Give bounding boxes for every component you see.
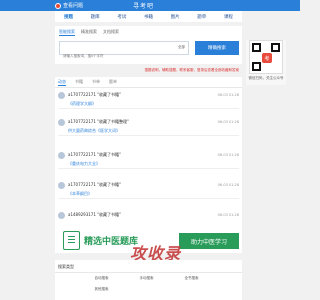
post-time: 06-03 01:28 xyxy=(217,183,239,187)
avatar[interactable] xyxy=(58,119,65,126)
post-book-link[interactable]: 《重庆电力大全》 xyxy=(68,161,100,167)
nav-item-courses[interactable]: 课程 xyxy=(224,14,233,20)
tab-activity[interactable]: 动态 xyxy=(58,79,66,86)
top-bar: 查看问题 寻考吧 xyxy=(0,0,300,11)
tab-question-lists[interactable]: 题单 xyxy=(109,79,117,86)
category-grid: 自动搜索 手动搜索 全书搜索 其他搜索 xyxy=(79,276,214,292)
list-item: a1707722171 "收藏了书籍整理" 06-03 01:28 供大量药典综… xyxy=(58,117,239,137)
post-user[interactable]: a1707722171 "收藏了书籍" xyxy=(68,152,121,158)
post-time: 06-03 01:28 xyxy=(217,153,239,157)
qr-code: 考 xyxy=(249,40,283,74)
site-title: 寻考吧 xyxy=(133,3,155,10)
list-item: a1707722171 "收藏了书籍" 06-03 01:28 《本草纲目》 xyxy=(58,180,239,200)
divider xyxy=(58,135,239,136)
search-panel: 智能搜索 精准搜索 文档搜索 全部 精确搜索 xyxy=(55,26,242,64)
avatar[interactable] xyxy=(58,152,65,159)
post-time: 06-03 01:28 xyxy=(217,120,239,124)
avatar[interactable] xyxy=(58,212,65,219)
qr-finder xyxy=(252,62,261,71)
site-logo[interactable]: 查看问题 xyxy=(55,1,83,10)
post-book-link[interactable]: 《药理学大纲》 xyxy=(68,101,96,107)
divider xyxy=(55,87,242,88)
tab-smart-search[interactable]: 智能搜索 xyxy=(59,29,75,36)
qr-center-logo: 考 xyxy=(262,53,272,63)
category-item[interactable]: 自动搜索 xyxy=(79,276,124,281)
qr-panel: 考 微信扫码，关注公众号 xyxy=(246,40,286,85)
nav-item-bank[interactable]: 题库 xyxy=(91,14,100,20)
search-scope-select[interactable]: 全部 xyxy=(178,45,185,50)
tab-document-search[interactable]: 文档搜索 xyxy=(103,29,119,36)
nav-item-images[interactable]: 图片 xyxy=(171,14,180,20)
qr-caption: 微信扫码，关注公众号 xyxy=(248,76,284,80)
search-tabs: 智能搜索 精准搜索 文档搜索 xyxy=(59,29,119,36)
logo-icon xyxy=(55,2,61,9)
nav-item-exam[interactable]: 考试 xyxy=(117,14,126,20)
search-notice[interactable]: 搜题说明，辅助搜题，联系客服，登录后查看全部收藏和答案 xyxy=(55,66,242,75)
post-book-link[interactable]: 供大量药典综合《医学大词》 xyxy=(68,128,120,134)
post-book-link[interactable]: 《本草纲目》 xyxy=(68,191,92,197)
category-item[interactable]: 手动搜索 xyxy=(124,276,169,281)
list-item: a1707722171 "收藏了书籍" 06-03 01:28 《重庆电力大全》 xyxy=(58,150,239,170)
feed-tabs: 动态 书籍 书单 题单 xyxy=(58,79,117,86)
search-button[interactable]: 精确搜索 xyxy=(195,41,239,55)
nav-item-search[interactable]: 搜题 xyxy=(64,14,73,20)
divider xyxy=(58,168,239,169)
category-item[interactable]: 全书搜索 xyxy=(169,276,214,281)
post-user[interactable]: a1707722171 "收藏了书籍" xyxy=(68,92,121,98)
nav-item-question-lists[interactable]: 题单 xyxy=(197,14,206,20)
tab-exact-search[interactable]: 精准搜索 xyxy=(81,29,97,36)
activity-feed: 动态 书籍 书单 题单 a1707722171 "收藏了书籍" 06-03 01… xyxy=(55,77,242,229)
tab-books[interactable]: 书籍 xyxy=(75,79,83,86)
banner-button[interactable]: 助力中医学习 xyxy=(179,233,239,249)
post-user[interactable]: a1707722171 "收藏了书籍整理" xyxy=(68,119,129,125)
qr-finder xyxy=(252,43,261,52)
category-title: 搜索类型 xyxy=(58,264,74,269)
nav-item-books[interactable]: 书籍 xyxy=(144,14,153,20)
category-item[interactable]: 其他搜索 xyxy=(79,287,124,292)
divider xyxy=(58,198,239,199)
post-time: 06-03 01:28 xyxy=(217,93,239,97)
divider xyxy=(55,272,242,273)
main-nav: 搜题 题库 考试 书籍 图片 题单 课程 xyxy=(55,11,242,22)
divider xyxy=(58,108,239,109)
list-item: a1707722171 "收藏了书籍" 06-03 01:28 《药理学大纲》 xyxy=(58,90,239,110)
post-user[interactable]: a1707722171 "收藏了书籍" xyxy=(68,182,121,188)
search-input-box: 全部 xyxy=(59,41,189,62)
list-item: a1489293171 "收藏了书籍" 06-03 01:28 xyxy=(58,210,239,230)
avatar[interactable] xyxy=(58,92,65,99)
qr-finder xyxy=(271,43,280,52)
book-icon xyxy=(63,231,80,250)
tab-booklists[interactable]: 书单 xyxy=(92,79,100,86)
search-category-panel: 搜索类型 自动搜索 手动搜索 全书搜索 其他搜索 xyxy=(55,260,242,300)
post-user[interactable]: a1489293171 "收藏了书籍" xyxy=(68,212,121,218)
logo-text: 查看问题 xyxy=(63,3,84,9)
avatar[interactable] xyxy=(58,182,65,189)
search-input[interactable] xyxy=(60,50,146,62)
post-time: 06-03 01:28 xyxy=(217,213,239,217)
